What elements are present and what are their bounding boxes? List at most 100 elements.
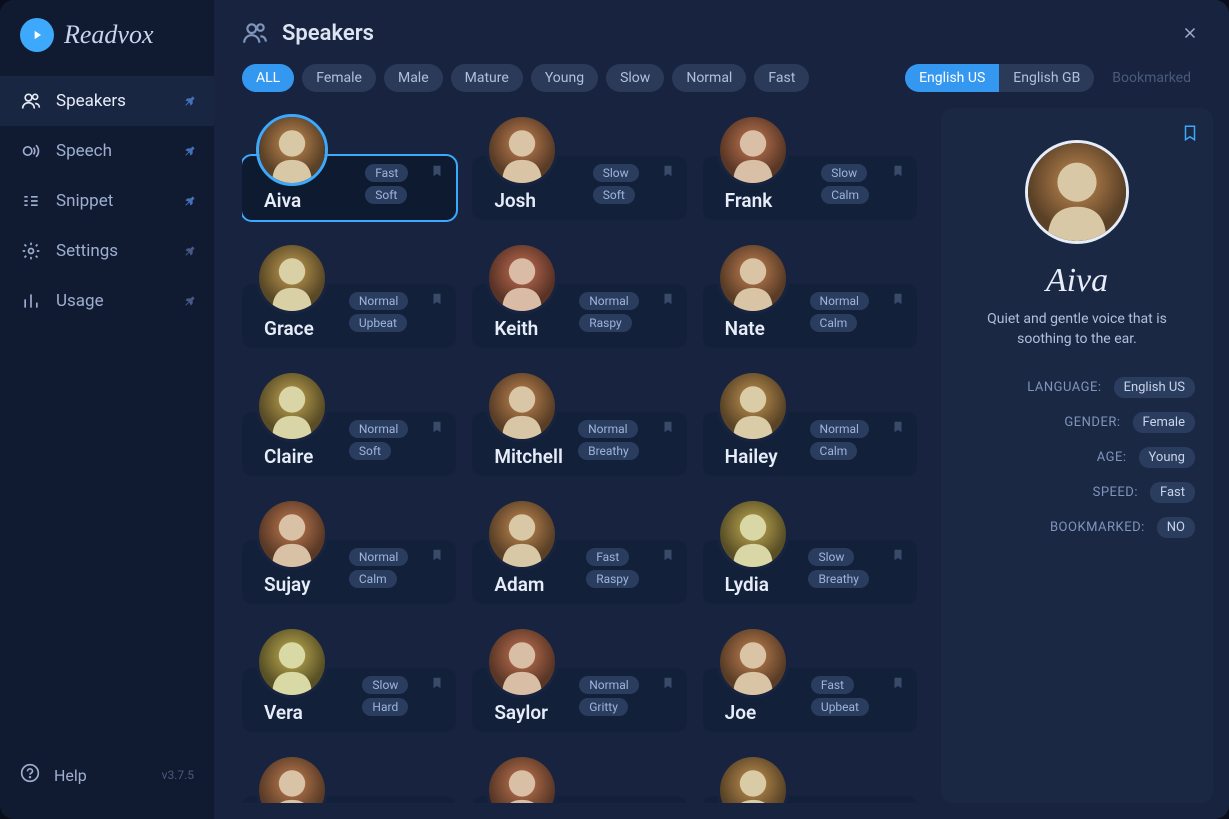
tag: Fast <box>365 164 408 182</box>
speaker-card[interactable]: Sarah Slow Soft <box>703 796 917 803</box>
bookmark-icon[interactable] <box>430 162 444 180</box>
speaker-card[interactable]: Davin Normal Soft <box>242 796 456 803</box>
speaker-card[interactable]: Hailey Normal Calm <box>703 412 917 476</box>
avatar <box>717 242 789 314</box>
speaker-tags: Normal Calm <box>810 292 869 332</box>
bookmark-icon[interactable] <box>430 802 444 803</box>
speaker-card[interactable]: Claire Normal Soft <box>242 412 456 476</box>
speaker-name: Saylor <box>494 701 548 724</box>
filter-all[interactable]: ALL <box>242 64 294 92</box>
filter-male[interactable]: Male <box>384 64 443 92</box>
bookmark-icon[interactable] <box>891 802 905 803</box>
sidebar-item-speech[interactable]: Speech <box>0 126 214 176</box>
sidebar-item-settings[interactable]: Settings <box>0 226 214 276</box>
bookmark-icon[interactable] <box>891 418 905 436</box>
pin-icon[interactable] <box>182 93 198 109</box>
speaker-tags: Slow Soft <box>593 164 639 204</box>
tag: Gritty <box>579 698 628 716</box>
speakers-scroll[interactable]: Aiva Fast Soft Josh Slow Soft Frank Slow <box>242 108 925 803</box>
sidebar-item-speakers[interactable]: Speakers <box>0 76 214 126</box>
bookmark-icon[interactable] <box>430 418 444 436</box>
tag: Breathy <box>578 442 639 460</box>
logo[interactable]: Readvox <box>0 18 214 76</box>
bookmark-icon[interactable] <box>661 802 675 803</box>
bookmark-icon[interactable] <box>891 162 905 180</box>
speaker-card[interactable]: Rana Normal Soft <box>472 796 686 803</box>
avatar <box>256 114 328 186</box>
bookmark-button[interactable] <box>1181 122 1199 144</box>
speaker-card[interactable]: Nate Normal Calm <box>703 284 917 348</box>
nav-label: Speech <box>56 141 112 161</box>
tag: Normal <box>578 420 637 438</box>
prop-value: Fast <box>1150 482 1195 503</box>
tag: Slow <box>821 164 867 182</box>
speaker-tags: Fast Raspy <box>586 548 638 588</box>
speaker-tags: Normal Calm <box>349 548 408 588</box>
bookmarked-toggle[interactable]: Bookmarked <box>1102 64 1201 92</box>
speaker-card[interactable]: Keith Normal Raspy <box>472 284 686 348</box>
speaker-card[interactable]: Sujay Normal Calm <box>242 540 456 604</box>
pin-icon[interactable] <box>182 243 198 259</box>
prop-bookmarked: BOOKMARKED: NO <box>959 517 1195 538</box>
avatar <box>256 498 328 570</box>
filter-fast[interactable]: Fast <box>754 64 809 92</box>
bookmark-icon[interactable] <box>661 674 675 692</box>
filter-female[interactable]: Female <box>302 64 376 92</box>
speaker-card[interactable]: Adam Fast Raspy <box>472 540 686 604</box>
speaker-card[interactable]: Aiva Fast Soft <box>242 156 456 220</box>
speaker-card[interactable]: Josh Slow Soft <box>472 156 686 220</box>
gear-icon <box>20 240 42 262</box>
close-button[interactable] <box>1179 22 1201 44</box>
nav-label: Usage <box>56 291 104 311</box>
prop-label: LANGUAGE: <box>1027 380 1101 395</box>
speaker-tags: Normal Raspy <box>579 292 638 332</box>
bookmark-icon[interactable] <box>891 290 905 308</box>
speaker-name: Josh <box>494 189 536 212</box>
filter-young[interactable]: Young <box>531 64 598 92</box>
bookmark-icon[interactable] <box>661 290 675 308</box>
bookmark-icon[interactable] <box>661 162 675 180</box>
speaker-name: Hailey <box>725 445 778 468</box>
nav-list: Speakers Speech Snippet Settings Usage <box>0 76 214 749</box>
detail-name: Aiva <box>1046 262 1108 300</box>
bookmark-icon[interactable] <box>430 546 444 564</box>
detail-avatar <box>1025 140 1129 244</box>
sidebar-item-usage[interactable]: Usage <box>0 276 214 326</box>
language-english-gb[interactable]: English GB <box>999 64 1094 92</box>
speaker-tags: Fast Soft <box>365 164 408 204</box>
avatar <box>717 498 789 570</box>
tag: Soft <box>365 186 407 204</box>
speaker-card[interactable]: Lydia Slow Breathy <box>703 540 917 604</box>
filter-slow[interactable]: Slow <box>606 64 664 92</box>
pin-icon[interactable] <box>182 293 198 309</box>
avatar <box>486 242 558 314</box>
prop-label: BOOKMARKED: <box>1050 520 1145 535</box>
speaker-card[interactable]: Vera Slow Hard <box>242 668 456 732</box>
help-button[interactable]: Help <box>20 763 87 787</box>
speaker-card[interactable]: Mitchell Normal Breathy <box>472 412 686 476</box>
pin-icon[interactable] <box>182 193 198 209</box>
brand-name: Readvox <box>64 20 154 50</box>
bookmark-icon[interactable] <box>661 418 675 436</box>
avatar <box>717 626 789 698</box>
bookmark-icon[interactable] <box>891 674 905 692</box>
speaker-card[interactable]: Saylor Normal Gritty <box>472 668 686 732</box>
bookmark-icon[interactable] <box>430 674 444 692</box>
nav-label: Snippet <box>56 191 113 211</box>
speaker-card[interactable]: Grace Normal Upbeat <box>242 284 456 348</box>
bookmark-icon[interactable] <box>430 290 444 308</box>
prop-label: AGE: <box>1097 450 1127 465</box>
pin-icon[interactable] <box>182 143 198 159</box>
filters-row: ALL Female Male Mature Young Slow Normal Fast E… <box>214 64 1229 108</box>
filter-mature[interactable]: Mature <box>451 64 523 92</box>
speaker-card[interactable]: Frank Slow Calm <box>703 156 917 220</box>
language-english-us[interactable]: English US <box>905 64 999 92</box>
filter-normal[interactable]: Normal <box>672 64 746 92</box>
bookmark-icon[interactable] <box>891 546 905 564</box>
bookmark-icon[interactable] <box>661 546 675 564</box>
tag: Raspy <box>579 314 631 332</box>
speaker-card[interactable]: Joe Fast Upbeat <box>703 668 917 732</box>
avatar <box>486 114 558 186</box>
sidebar-item-snippet[interactable]: Snippet <box>0 176 214 226</box>
tag: Normal <box>349 420 408 438</box>
